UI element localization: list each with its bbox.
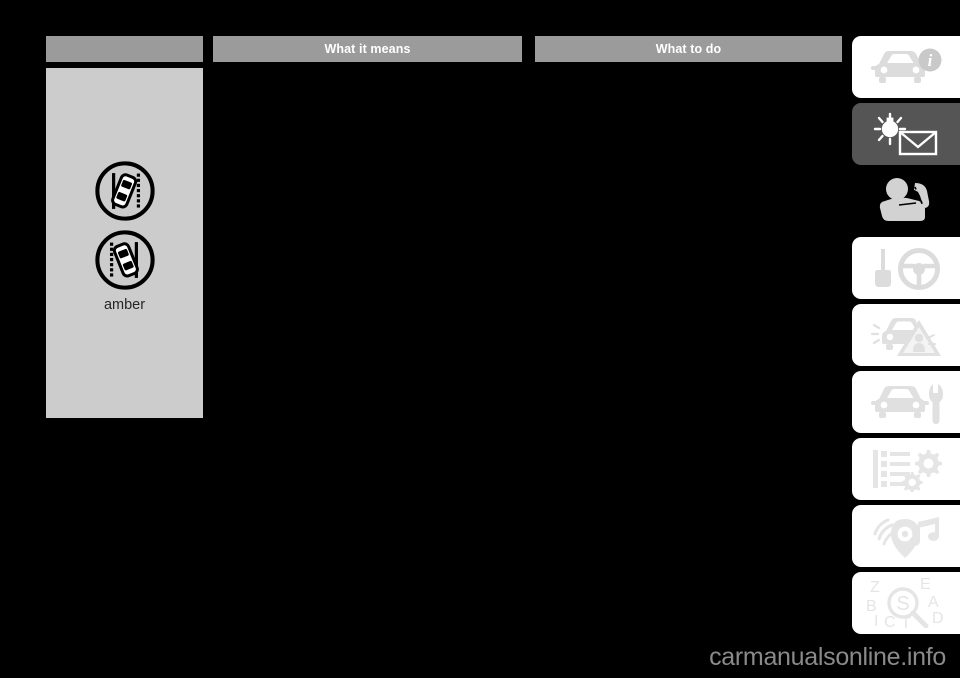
svg-text:D: D [932,610,944,627]
svg-text:C: C [884,614,896,628]
alphabet-magnifier-icon: Z E B A I C T D S [866,578,944,628]
warning-lamp-color-label: amber [103,297,146,313]
key-steering-wheel-icon [875,248,940,290]
warning-lamp-stack: amber [46,160,203,313]
svg-text:I: I [874,613,878,628]
list-gears-icon [873,450,942,492]
tab-emergencies[interactable] [852,304,960,366]
what-it-means-cell [213,68,522,418]
lamp-envelope-icon [873,112,938,156]
tab-warning-lamps[interactable] [852,103,960,165]
tab-driving[interactable] [852,237,960,299]
site-watermark: carmanualsonline.info [709,643,946,671]
car-wrench-icon [871,384,943,424]
child-seatbelt-icon [879,178,930,221]
lane-departure-warning-left-icon [94,161,155,221]
warning-light-column-header [46,36,203,62]
what-it-means-column-header: What it means [213,36,522,62]
tab-specifications[interactable] [852,438,960,500]
tab-index[interactable]: Z E B A I C T D S [852,572,960,634]
tab-vehicle-info[interactable]: i [852,36,960,98]
car-warning-triangle-icon [870,318,941,356]
car-info-icon: i [871,48,942,83]
svg-text:A: A [928,594,939,611]
tab-seats-restraints[interactable] [852,170,960,232]
what-to-do-cell [535,68,842,418]
warning-light-panel: amber [46,68,203,418]
lane-departure-warning-right-icon [94,230,155,290]
tab-infotainment[interactable] [852,505,960,567]
page-canvas: What it means What to do amber i Z E B A… [0,0,960,678]
tab-maintenance[interactable] [852,371,960,433]
what-to-do-column-header: What to do [535,36,842,62]
svg-text:S: S [896,593,909,615]
svg-text:i: i [928,51,933,70]
svg-text:Z: Z [870,579,880,596]
svg-text:E: E [920,578,931,593]
chapter-thumb-index: i Z E B A I C T D S [852,36,960,636]
radio-music-note-icon [873,517,939,558]
